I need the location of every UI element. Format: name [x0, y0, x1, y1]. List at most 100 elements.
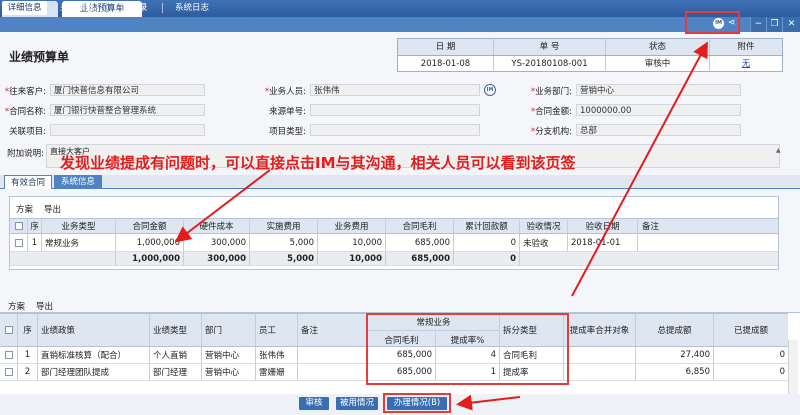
- select-all-checkbox-2[interactable]: [0, 314, 18, 346]
- cell-acceptance: 未验收: [520, 234, 568, 251]
- total-received: 0: [454, 252, 520, 265]
- col-doc-no: 单 号: [494, 39, 606, 55]
- audit-button[interactable]: 审核: [299, 397, 329, 410]
- tab-system-info[interactable]: 系统信息: [54, 175, 102, 189]
- contract-name-label: *合同名称:: [4, 107, 46, 117]
- cell-paid-commission: 0: [779, 367, 785, 377]
- contract-name-field[interactable]: 厦门银行快普整合管理系统: [50, 104, 205, 116]
- branch-field[interactable]: 总部: [576, 124, 741, 136]
- col-impl-fee: 实施费用: [250, 219, 318, 233]
- col-seq-2: 序: [18, 314, 38, 346]
- project-label: 关联项目:: [9, 127, 46, 137]
- subtab-related-docs[interactable]: 关联单据: [52, 1, 102, 15]
- project-type-label: 项目类型:: [269, 127, 306, 137]
- subtab-system-log[interactable]: 系统日志: [166, 1, 218, 15]
- col-attachment: 附件: [737, 42, 755, 52]
- cell-total-commission: 6,850: [636, 364, 714, 380]
- close-button[interactable]: ✕: [782, 17, 800, 32]
- cell-total-commission: 27,400: [636, 347, 714, 363]
- panel1-scheme-button[interactable]: 方案: [16, 203, 33, 215]
- cell-biz-type: 常规业务: [42, 234, 116, 251]
- vertical-scrollbar[interactable]: [788, 340, 798, 394]
- header-table-head: 日 期 单 号 状态 附件: [398, 39, 782, 56]
- amount-field[interactable]: 1000000.00: [576, 104, 741, 116]
- total-gross-profit: 685,000: [386, 252, 454, 265]
- cell-dept: 营销中心: [202, 364, 256, 380]
- minimize-button[interactable]: −: [750, 17, 766, 32]
- cell-perf-type: 部门经理: [150, 364, 202, 380]
- col-seq: 序: [28, 219, 42, 233]
- row-checkbox[interactable]: [10, 234, 28, 251]
- tab-valid-contracts[interactable]: 有效合同: [4, 175, 52, 189]
- remark-label: 附加说明:: [7, 149, 44, 159]
- col-paid-commission: 已提成额: [733, 326, 768, 336]
- cell-accept-date: 2018-01-01: [568, 234, 638, 251]
- total-biz-fee: 10,000: [318, 252, 386, 265]
- dept-field[interactable]: 营销中心: [576, 84, 741, 96]
- cell-policy: 直销标准核算（配合）: [38, 347, 150, 363]
- select-all-checkbox[interactable]: [10, 219, 28, 233]
- col-accept-date: 验收日期: [568, 219, 638, 233]
- header-table-row: 2018-01-08 YS-20180108-001 审核中 无: [398, 56, 782, 73]
- col-biz-type: 业务类型: [42, 219, 116, 233]
- cell-seq: 1: [28, 234, 42, 251]
- source-no-field[interactable]: [310, 104, 480, 116]
- salesman-label: *业务人员:: [264, 87, 306, 97]
- annotation-text: 发现业绩提成有问题时，可以直接点击IM与其沟通，相关人员可以看到该页签: [60, 154, 576, 172]
- usage-button[interactable]: 被用情况: [336, 397, 378, 410]
- cell-dept: 营销中心: [202, 347, 256, 363]
- customer-field[interactable]: 厦门快普信息有限公司: [50, 84, 205, 96]
- cell-seq: 2: [18, 364, 38, 380]
- salesman-field[interactable]: 张伟伟: [310, 84, 480, 96]
- cell-seq: 1: [18, 347, 38, 363]
- cell-remark: [298, 364, 368, 380]
- cell-remark: [638, 234, 778, 251]
- cell-policy: 部门经理团队提成: [38, 364, 150, 380]
- cell-received: 0: [454, 234, 520, 251]
- cell-impl-fee: 5,000: [250, 234, 318, 251]
- subtab-im-records[interactable]: IM记录: [110, 1, 158, 15]
- cell-perf-type: 个人直销: [150, 347, 202, 363]
- total-impl-fee: 5,000: [250, 252, 318, 265]
- col-total-commission: 总提成额: [636, 314, 714, 346]
- cell-employee: 张伟伟: [256, 347, 298, 363]
- page-title: 业绩预算单: [9, 50, 70, 64]
- subtab-details[interactable]: 详细信息: [2, 1, 47, 15]
- cell-employee: 雷姗姗: [256, 364, 298, 380]
- contracts-grid-header: 序 业务类型 合同金额 硬件成本 实施费用 业务费用 合同毛利 累计回款额 验收…: [10, 218, 778, 234]
- col-perf-type: 业绩类型: [150, 314, 202, 346]
- total-row: 1,000,000 300,000 5,000 10,000 685,000 0: [10, 252, 778, 266]
- cell-paid-commission: 0: [779, 350, 785, 360]
- im-highlight-box: [685, 11, 740, 34]
- row-checkbox[interactable]: [0, 347, 18, 363]
- col-remark: 备注: [642, 222, 660, 232]
- cell-merge-target: [564, 364, 636, 380]
- total-tail: [520, 252, 778, 265]
- cell-biz-fee: 10,000: [318, 234, 386, 251]
- scroll-up-icon[interactable]: ▲: [776, 147, 782, 154]
- col-acceptance: 验收情况: [520, 219, 568, 233]
- total-contract-amount: 1,000,000: [116, 252, 184, 265]
- im-contact-icon[interactable]: IM: [484, 84, 496, 96]
- panel1-export-button[interactable]: 导出: [44, 203, 61, 215]
- total-spacer: [10, 252, 116, 265]
- divider: [162, 3, 163, 13]
- doc-date: 2018-01-08: [398, 56, 494, 72]
- contract-tabs-bar: [0, 175, 800, 189]
- col-remark-2: 备注: [298, 314, 368, 346]
- attachment-link[interactable]: 无: [710, 56, 782, 72]
- panel2-export-button[interactable]: 导出: [36, 300, 53, 312]
- doc-number: YS-20180108-001: [494, 56, 606, 72]
- panel2-scheme-button[interactable]: 方案: [8, 300, 25, 312]
- row-checkbox[interactable]: [0, 364, 18, 380]
- restore-button[interactable]: ❐: [766, 17, 782, 32]
- table-row[interactable]: 1 常规业务 1,000,000 300,000 5,000 10,000 68…: [10, 234, 778, 252]
- col-hardware-cost: 硬件成本: [184, 219, 250, 233]
- cell-hardware-cost: 300,000: [184, 234, 250, 251]
- amount-label: *合同金额:: [530, 107, 572, 117]
- divider: [106, 3, 107, 13]
- project-type-field[interactable]: [310, 124, 480, 136]
- regular-business-highlight-box: [366, 313, 569, 385]
- doc-status: 审核中: [606, 56, 710, 72]
- project-field[interactable]: [50, 124, 205, 136]
